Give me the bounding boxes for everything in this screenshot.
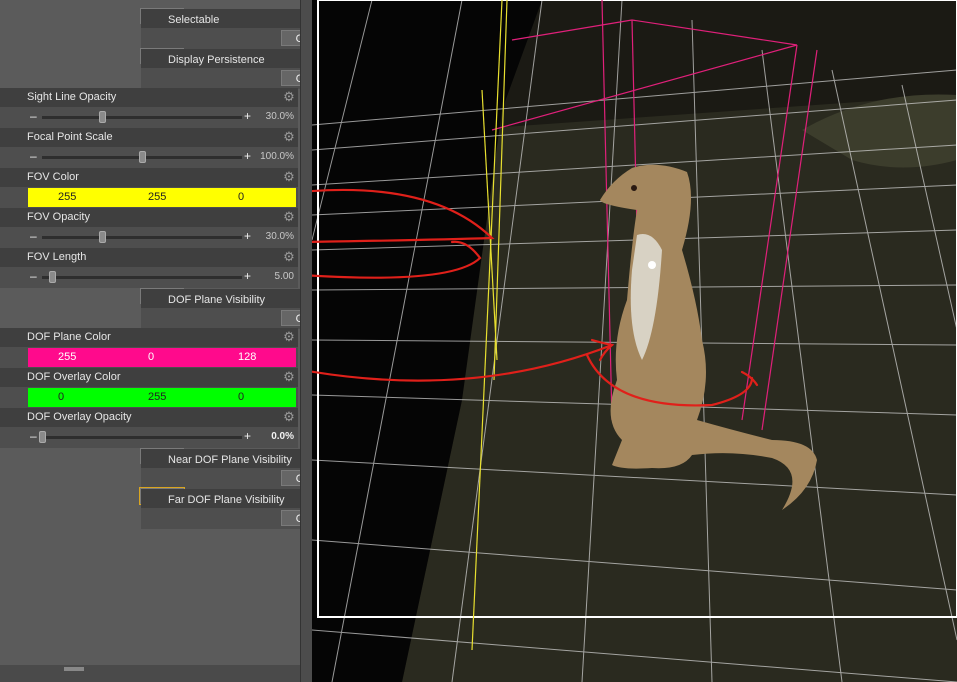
gear-icon[interactable]: ⚙	[282, 410, 296, 424]
parameters-panel: Selectable⚙OnDisplay Persistence⚙OffSigh…	[0, 0, 439, 682]
plus-icon[interactable]: +	[244, 149, 251, 163]
gear-icon[interactable]: ⚙	[282, 370, 296, 384]
slider-handle[interactable]	[49, 271, 56, 283]
slider-track[interactable]	[42, 276, 242, 279]
property-label: Far DOF Plane Visibility	[168, 494, 285, 506]
plus-icon[interactable]: +	[244, 229, 251, 243]
property-label: Selectable	[168, 14, 220, 26]
property-header: Sight Line Opacity ⚙	[0, 88, 298, 107]
gear-icon[interactable]: ⚙	[282, 330, 296, 344]
property-label: DOF Plane Visibility	[168, 294, 265, 306]
slider-value[interactable]: 0.0%	[271, 431, 294, 442]
color-swatch[interactable]: 255 255 0	[28, 188, 296, 207]
color-channel-r: 255	[58, 351, 77, 363]
slider-value[interactable]: 30.0%	[266, 111, 294, 122]
panel-footer	[0, 665, 300, 682]
color-channel-g: 255	[148, 391, 167, 403]
color-channel-r: 255	[58, 191, 77, 203]
slider-handle[interactable]	[99, 111, 106, 123]
color-channel-g: 0	[148, 351, 155, 363]
property-body: 0 255 0	[0, 387, 298, 408]
property-label: Near DOF Plane Visibility	[168, 454, 292, 466]
property-dof-overlay-color[interactable]: DOF Overlay Color ⚙ 0 255 0	[0, 368, 298, 408]
property-body: – +5.00	[0, 267, 298, 288]
minus-icon[interactable]: –	[30, 109, 37, 123]
gear-icon[interactable]: ⚙	[282, 250, 296, 264]
color-channel-b: 0	[238, 391, 245, 403]
property-dof-overlay-opacity[interactable]: DOF Overlay Opacity ⚙ – +0.0%	[0, 408, 298, 448]
property-header: FOV Color ⚙	[0, 168, 298, 187]
color-channel-b: 128	[238, 351, 257, 363]
slider-handle[interactable]	[139, 151, 146, 163]
slider-value[interactable]: 5.00	[275, 271, 294, 282]
property-label: Focal Point Scale	[27, 131, 113, 143]
slider-track[interactable]	[42, 236, 242, 239]
property-selectable[interactable]: Selectable⚙On	[140, 8, 439, 49]
slider-track[interactable]	[42, 436, 242, 439]
plus-icon[interactable]: +	[244, 429, 251, 443]
property-header: DOF Overlay Color ⚙	[0, 368, 298, 387]
property-header: FOV Length ⚙	[0, 248, 298, 267]
property-header: FOV Opacity ⚙	[0, 208, 298, 227]
color-channel-b: 0	[238, 191, 245, 203]
property-dof-plane-visibility[interactable]: DOF Plane Visibility⚙On	[140, 288, 439, 329]
property-header: Focal Point Scale ⚙	[0, 128, 298, 147]
plus-icon[interactable]: +	[244, 269, 251, 283]
resize-handle[interactable]	[64, 667, 84, 671]
minus-icon[interactable]: –	[30, 429, 37, 443]
slider-track[interactable]	[42, 116, 242, 119]
property-label: FOV Color	[27, 171, 79, 183]
gear-icon[interactable]: ⚙	[282, 130, 296, 144]
gear-icon[interactable]: ⚙	[282, 90, 296, 104]
property-body: 255 255 0	[0, 187, 298, 208]
property-header: DOF Overlay Opacity ⚙	[0, 408, 298, 427]
minus-icon[interactable]: –	[30, 149, 37, 163]
property-near-dof-plane-visibility[interactable]: Near DOF Plane Visibility⚙Off	[140, 448, 439, 489]
slider-handle[interactable]	[39, 431, 46, 443]
property-fov-color[interactable]: FOV Color ⚙ 255 255 0	[0, 168, 298, 208]
property-label: DOF Overlay Opacity	[27, 411, 132, 423]
minus-icon[interactable]: –	[30, 229, 37, 243]
property-label: Display Persistence	[168, 54, 265, 66]
scene-canvas	[312, 0, 957, 682]
property-focal-point-scale[interactable]: Focal Point Scale ⚙ – +100.0%	[0, 128, 298, 168]
property-header: DOF Plane Color ⚙	[0, 328, 298, 347]
gear-icon[interactable]: ⚙	[282, 170, 296, 184]
color-swatch[interactable]: 0 255 0	[28, 388, 296, 407]
property-body: – +30.0%	[0, 227, 298, 248]
property-label: Sight Line Opacity	[27, 91, 117, 103]
property-label: FOV Opacity	[27, 211, 90, 223]
3d-viewport[interactable]	[312, 0, 957, 682]
color-swatch[interactable]: 255 0 128	[28, 348, 296, 367]
property-far-dof-plane-visibility[interactable]: Far DOF Plane Visibility⚙Off	[139, 487, 439, 529]
property-body: – +30.0%	[0, 107, 298, 128]
slider-handle[interactable]	[99, 231, 106, 243]
property-fov-opacity[interactable]: FOV Opacity ⚙ – +30.0%	[0, 208, 298, 248]
property-label: DOF Overlay Color	[27, 371, 121, 383]
property-label: DOF Plane Color	[27, 331, 111, 343]
property-label: FOV Length	[27, 251, 87, 263]
property-body: – +0.0%	[0, 427, 298, 448]
color-channel-g: 255	[148, 191, 167, 203]
property-dof-plane-color[interactable]: DOF Plane Color ⚙ 255 0 128	[0, 328, 298, 368]
slider-value[interactable]: 100.0%	[260, 151, 294, 162]
property-display-persistence[interactable]: Display Persistence⚙Off	[140, 48, 439, 89]
minus-icon[interactable]: –	[30, 269, 37, 283]
plus-icon[interactable]: +	[244, 109, 251, 123]
color-channel-r: 0	[58, 391, 65, 403]
property-sight-line-opacity[interactable]: Sight Line Opacity ⚙ – +30.0%	[0, 88, 298, 128]
property-body: 255 0 128	[0, 347, 298, 368]
gear-icon[interactable]: ⚙	[282, 210, 296, 224]
property-fov-length[interactable]: FOV Length ⚙ – +5.00	[0, 248, 298, 288]
property-body: – +100.0%	[0, 147, 298, 168]
slider-value[interactable]: 30.0%	[266, 231, 294, 242]
